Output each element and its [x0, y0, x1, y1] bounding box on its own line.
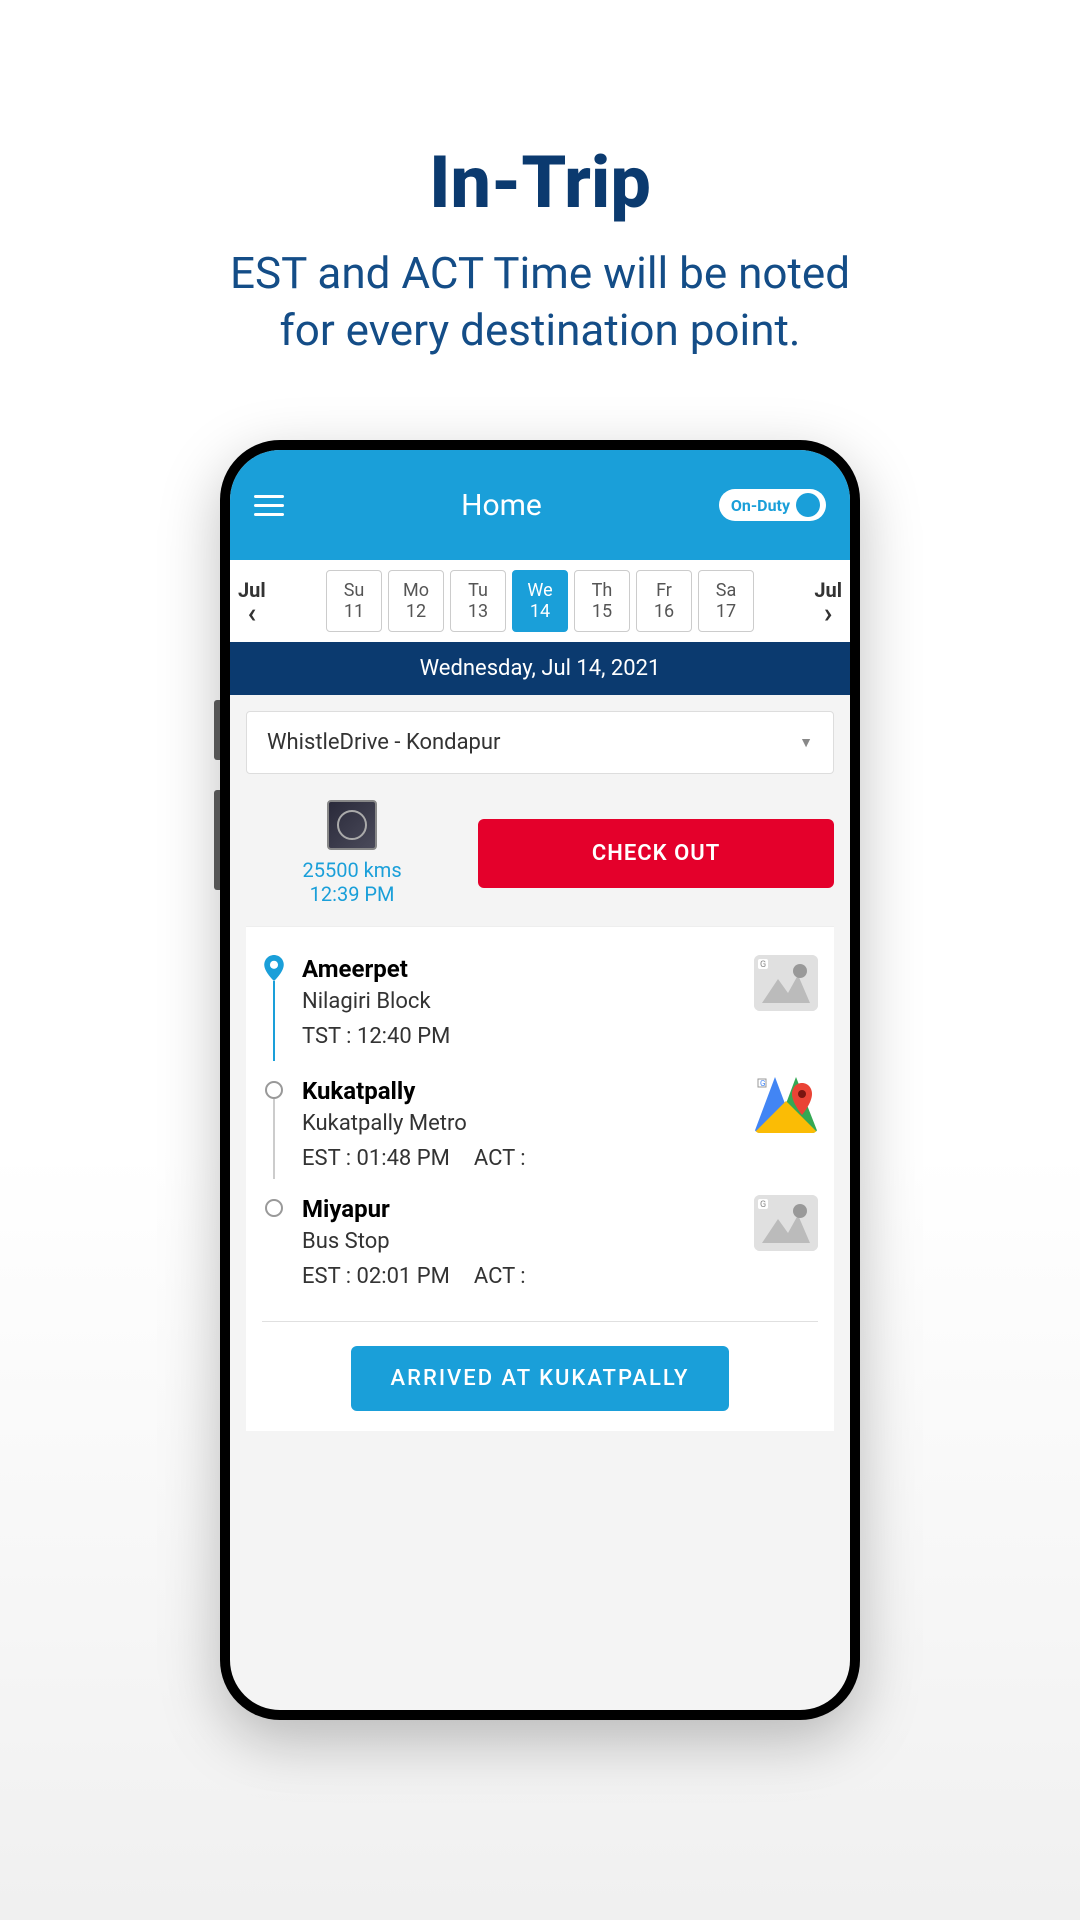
app-header: Home On-Duty: [230, 450, 850, 560]
calendar-day[interactable]: Fr16: [636, 570, 692, 632]
stop-name: Kukatpally: [302, 1077, 738, 1105]
stop-circle-icon: [265, 1199, 283, 1217]
site-dropdown[interactable]: WhistleDrive - Kondapur ▼: [246, 711, 834, 774]
duty-label: On-Duty: [731, 496, 790, 515]
calendar-bar: Jul ‹ Su11Mo12Tu13We14Th15Fr16Sa17 Jul ›: [230, 560, 850, 642]
svg-text:G: G: [760, 1079, 765, 1088]
odometer-info[interactable]: 25500 kms 12:39 PM: [246, 800, 458, 906]
promo-title: In-Trip: [0, 0, 1080, 225]
svg-text:G: G: [760, 1200, 766, 1210]
date-bar: Wednesday, Jul 14, 2021: [230, 642, 850, 695]
toggle-knob: [796, 493, 820, 517]
route-line: [273, 1099, 275, 1179]
calendar-prev[interactable]: Jul ‹: [238, 578, 266, 624]
chevron-left-icon: ‹: [247, 602, 256, 624]
location-pin-icon: [264, 955, 284, 981]
screen: Home On-Duty Jul ‹ Su11Mo12Tu13We14Th15F…: [230, 450, 850, 1710]
stop-name: Miyapur: [302, 1195, 738, 1223]
odometer-kms: 25500 kms: [303, 858, 402, 882]
odometer-image: [327, 800, 377, 850]
stops-card: AmeerpetNilagiri BlockTST : 12:40 PMGKuk…: [246, 926, 834, 1431]
divider: [262, 1321, 818, 1322]
stop-sublabel: Kukatpally Metro: [302, 1111, 738, 1136]
stop-act: ACT :: [474, 1146, 526, 1171]
stop-name: Ameerpet: [302, 955, 738, 983]
calendar-day[interactable]: Tu13: [450, 570, 506, 632]
arrived-button[interactable]: ARRIVED AT KUKATPALLY: [351, 1346, 730, 1411]
stop-circle-icon: [265, 1081, 283, 1099]
stop-time: EST : 02:01 PM: [302, 1264, 450, 1289]
menu-icon[interactable]: [254, 495, 284, 516]
dropdown-value: WhistleDrive - Kondapur: [267, 730, 501, 755]
stop-item: Ameerpet Nilagiri Block TST : 12:40 PM G: [262, 947, 818, 1069]
phone-frame: Home On-Duty Jul ‹ Su11Mo12Tu13We14Th15F…: [220, 440, 860, 1720]
map-icon[interactable]: G: [754, 955, 818, 1011]
checkout-button[interactable]: CHECK OUT: [478, 819, 834, 888]
odometer-row: 25500 kms 12:39 PM CHECK OUT: [230, 790, 850, 926]
stop-sublabel: Nilagiri Block: [302, 989, 738, 1014]
duty-toggle[interactable]: On-Duty: [719, 489, 826, 521]
odometer-time: 12:39 PM: [310, 882, 395, 906]
map-icon[interactable]: G: [754, 1195, 818, 1251]
chevron-down-icon: ▼: [799, 734, 813, 751]
route-line: [273, 981, 275, 1061]
calendar-day[interactable]: We14: [512, 570, 568, 632]
calendar-next[interactable]: Jul ›: [814, 578, 842, 624]
svg-text:G: G: [760, 960, 766, 970]
content: WhistleDrive - Kondapur ▼ 25500 kms 12:3…: [230, 695, 850, 1710]
stop-time: EST : 01:48 PM: [302, 1146, 450, 1171]
stop-time: TST : 12:40 PM: [302, 1024, 450, 1049]
calendar-day[interactable]: Th15: [574, 570, 630, 632]
calendar-day[interactable]: Mo12: [388, 570, 444, 632]
stop-sublabel: Bus Stop: [302, 1229, 738, 1254]
calendar-day[interactable]: Sa17: [698, 570, 754, 632]
chevron-right-icon: ›: [824, 602, 832, 624]
stop-item: Miyapur Bus Stop EST : 02:01 PM ACT : G: [262, 1187, 818, 1297]
map-icon[interactable]: G: [754, 1077, 818, 1133]
calendar-day[interactable]: Su11: [326, 570, 382, 632]
promo-subtitle: EST and ACT Time will be noted for every…: [0, 245, 1080, 359]
stop-act: ACT :: [474, 1264, 526, 1289]
header-title: Home: [461, 488, 542, 523]
stop-item: Kukatpally Kukatpally Metro EST : 01:48 PM…: [262, 1069, 818, 1187]
